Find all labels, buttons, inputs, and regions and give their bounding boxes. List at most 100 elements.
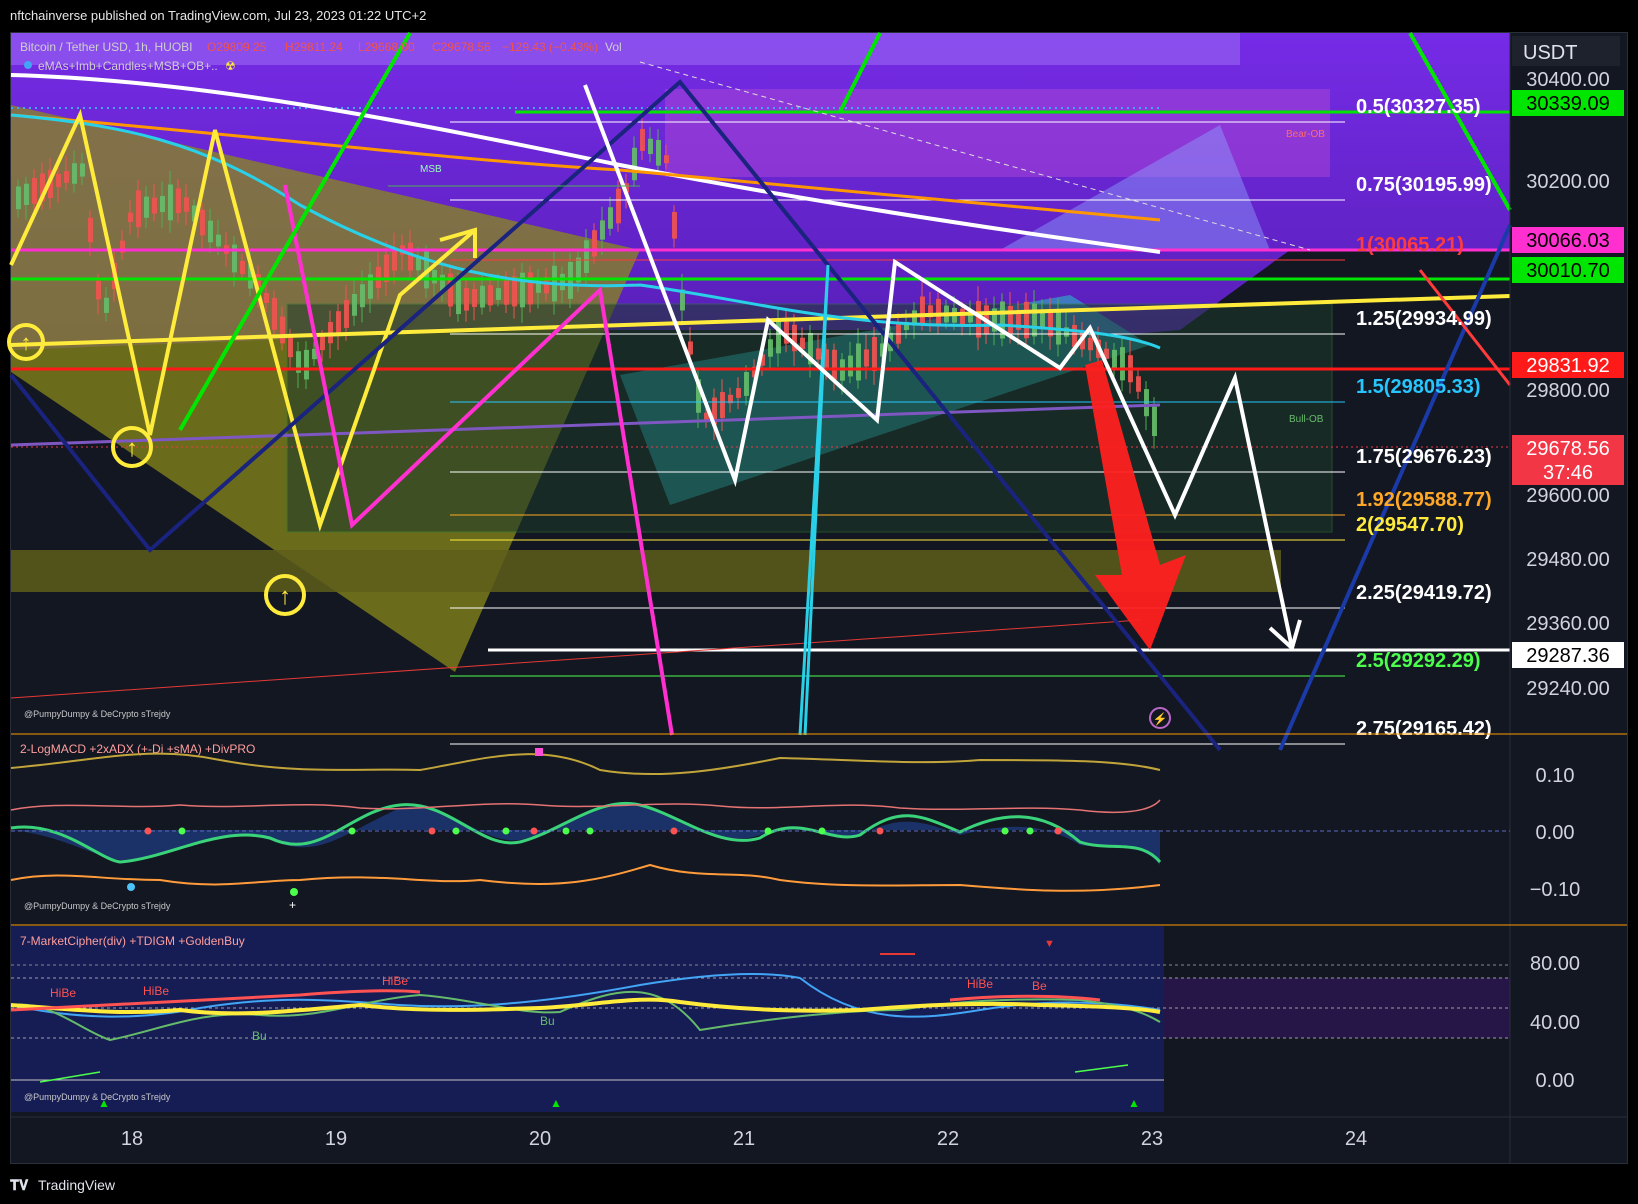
candle-body <box>848 355 853 377</box>
candle-body <box>264 293 269 303</box>
time-tick: 22 <box>937 1128 959 1150</box>
candle-body <box>280 316 285 344</box>
macd-dot <box>586 827 594 835</box>
candle-body <box>816 348 821 360</box>
price-tick: 29240.00 <box>1526 678 1609 700</box>
cipher-tag: HiBe <box>143 984 169 998</box>
tradingview-logo-icon[interactable]: 𝐓𝐕 <box>10 1172 28 1198</box>
main-pane[interactable]: ↑ ↑ ↑ ⚡ Bitcoin / Tether USD, 1h, HUOBI … <box>7 31 1512 752</box>
price-label: 30010.70 <box>1526 260 1609 282</box>
candle-body <box>464 288 469 311</box>
footer: 𝐓𝐕 TradingView <box>10 1172 115 1198</box>
symbol-name: Bitcoin / Tether USD, 1h, HUOBI <box>20 40 193 54</box>
candle-body <box>96 280 101 300</box>
cipher-tag: HiBe <box>50 986 76 1000</box>
candle-body <box>832 349 837 380</box>
time-axis[interactable]: 18 19 20 21 22 23 24 <box>11 1116 1627 1150</box>
price-axis[interactable]: USDT 30400.00 30200.00 29800.00 29600.00 294… <box>1509 33 1624 1163</box>
macd-credit: @PumpyDumpy & DeCrypto sTrejdy <box>24 901 171 911</box>
price-label: 29287.36 <box>1526 645 1609 667</box>
candle-body <box>288 334 293 358</box>
fib-label: 2.75(29165.42) <box>1356 718 1492 740</box>
candle-body <box>768 339 773 357</box>
candle-body <box>1048 311 1053 337</box>
cipher-tag: Bu <box>540 1014 555 1028</box>
fib-label: 1.5(29805.33) <box>1356 376 1481 398</box>
candle-body <box>1088 337 1093 351</box>
svg-text:⚡: ⚡ <box>1153 712 1168 726</box>
candle-body <box>608 207 613 229</box>
candle-body <box>744 372 749 396</box>
time-tick: 23 <box>1141 1128 1163 1150</box>
candle-body <box>32 178 37 204</box>
cipher-tag: Bu <box>252 1029 267 1043</box>
macd-dot <box>1001 827 1009 835</box>
cipher-tag: Be <box>1032 979 1047 993</box>
candle-body <box>1008 305 1013 335</box>
candle-body <box>776 318 781 354</box>
price-tick: 30400.00 <box>1526 69 1609 91</box>
macd-dot <box>562 827 570 835</box>
candle-body <box>504 280 509 305</box>
candle-body <box>800 337 805 349</box>
ohlc-vol: Vol <box>605 40 622 54</box>
candle-body <box>128 212 133 223</box>
candle-body <box>160 195 165 213</box>
macd-pane[interactable]: 2-LogMACD +2xADX (+-Di +sMA) +DivPRO + @… <box>10 733 1627 912</box>
candle-body <box>304 349 309 380</box>
candle-body <box>64 171 69 183</box>
candle-body <box>480 285 485 308</box>
candle-body <box>104 297 109 313</box>
candle-body <box>632 147 637 181</box>
time-tick: 20 <box>529 1128 551 1150</box>
fib-label: 2.5(29292.29) <box>1356 650 1481 672</box>
macd-dot <box>178 827 186 835</box>
candle-body <box>408 242 413 271</box>
cipher-pane[interactable]: 7-MarketCipher(div) +TDIGM +GoldenBuy ▼ … <box>10 924 1627 1112</box>
currency-label: USDT <box>1523 42 1577 64</box>
price-label: 29678.56 <box>1526 438 1609 460</box>
chart-canvas[interactable]: ↑ ↑ ↑ ⚡ Bitcoin / Tether USD, 1h, HUOBI … <box>0 0 1638 1204</box>
cipher-title: 7-MarketCipher(div) +TDIGM +GoldenBuy <box>20 934 245 948</box>
msb-label: MSB <box>420 164 442 175</box>
macd-red-line <box>10 799 1161 814</box>
price-tick: 29480.00 <box>1526 549 1609 571</box>
price-tick: 30200.00 <box>1526 171 1609 193</box>
price-tick: 29600.00 <box>1526 485 1609 507</box>
candle-body <box>856 343 861 381</box>
macd-tick: 0.10 <box>1536 765 1575 787</box>
footer-brand[interactable]: TradingView <box>38 1177 115 1193</box>
candle-body <box>864 349 869 367</box>
candle-body <box>144 196 149 218</box>
cipher-credit: @PumpyDumpy & DeCrypto sTrejdy <box>24 1092 171 1102</box>
candle-body <box>488 285 493 306</box>
macd-dot <box>348 827 356 835</box>
macd-dot <box>428 827 436 835</box>
price-label: 30066.03 <box>1526 230 1609 252</box>
ohlc-low: L29668.00 <box>358 40 415 54</box>
candle-body <box>1136 376 1141 392</box>
candle-body <box>376 266 381 289</box>
candle-body <box>360 284 365 308</box>
candle-body <box>216 234 221 247</box>
candle-body <box>168 184 173 221</box>
candle-body <box>240 260 245 275</box>
svg-text:↑: ↑ <box>126 435 138 462</box>
candle-body <box>200 209 205 236</box>
candle-body <box>1032 303 1037 337</box>
candle-body <box>584 240 589 274</box>
indicator-name: eMAs+Imb+Candles+MSB+OB+.. <box>38 59 218 73</box>
ohlc-close: C29678.56 <box>432 40 491 54</box>
candle-body <box>592 230 597 257</box>
ohlc-change: −129.43 (−0.43%) <box>502 40 598 54</box>
radiation-icon: ☢ <box>225 59 236 73</box>
candle-body <box>600 220 605 240</box>
candle-body <box>960 308 965 325</box>
indicator-eye-icon[interactable] <box>24 61 32 69</box>
lightning-icon[interactable]: ⚡ <box>1149 707 1171 729</box>
macd-cyan-dot <box>127 883 135 891</box>
candle-body <box>528 272 533 305</box>
ohlc-high: H29811.24 <box>285 40 343 54</box>
macd-dot <box>530 827 538 835</box>
candle-body <box>640 129 645 151</box>
